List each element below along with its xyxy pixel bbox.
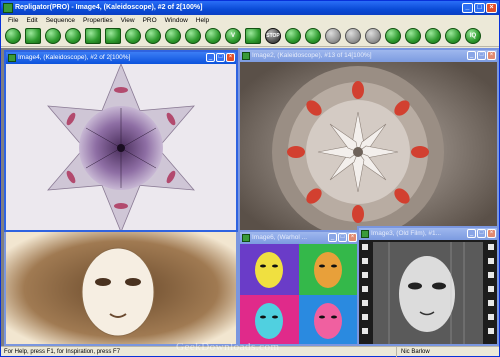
minimize-button[interactable]: _ [467,51,476,60]
maximize-button[interactable]: □ [338,233,347,242]
menu-sequence[interactable]: Sequence [42,15,79,26]
image4-title: Image4, (Kaleidoscope), #2 of 2[100%] [18,54,131,61]
kaleidoscope-mandala-image [240,62,497,236]
image6-title: Image6, (Warhol ... [252,234,308,241]
iq-button[interactable]: IQ [465,28,481,44]
toolbar: V STOP IQ [1,26,499,47]
mdi-area: Image2, (Kaleidoscope), #13 of 14[100%] … [1,48,499,346]
print-button[interactable] [45,28,61,44]
watermark-text: GeekDownloads.com [176,341,280,353]
close-button[interactable]: × [348,233,357,242]
image4-window[interactable]: Image4, (Kaleidoscope), #2 of 2[100%] _ … [4,50,238,232]
app-window: Repligator(PRO) - Image4, (Kaleidoscope)… [0,0,500,357]
next-button[interactable] [365,28,381,44]
sepia-canvas [6,232,236,344]
close-button[interactable]: × [487,229,496,238]
filter-button[interactable] [165,28,181,44]
image-window-icon [361,230,369,238]
sepia-image-window[interactable] [4,232,238,346]
effect-button[interactable] [65,28,81,44]
load-button[interactable] [445,28,461,44]
menu-edit[interactable]: Edit [22,15,41,26]
menu-properties[interactable]: Properties [79,15,117,26]
open-button[interactable] [5,28,21,44]
batch-button[interactable] [325,28,341,44]
refresh-button[interactable] [405,28,421,44]
image2-canvas [240,62,497,236]
kaleidoscope-star-image [6,64,236,230]
v-button[interactable]: V [225,28,241,44]
image3-titlebar[interactable]: Image3, (Old Film), #1... _ □ × [359,228,497,240]
save-button[interactable] [25,28,41,44]
image3-canvas [359,240,497,344]
redo-button[interactable] [145,28,161,44]
image2-titlebar[interactable]: Image2, (Kaleidoscope), #13 of 14[100%] … [240,50,497,62]
status-user: Nic Barlow [396,347,496,357]
paste-button[interactable] [105,28,121,44]
close-button[interactable]: × [226,53,235,62]
image-window-icon [242,52,250,60]
stop-button[interactable]: STOP [265,28,281,44]
prev-button[interactable] [305,28,321,44]
minimize-button[interactable]: _ [206,53,215,62]
old-film-image [359,240,497,344]
menu-window[interactable]: Window [161,15,192,26]
menu-file[interactable]: File [4,15,22,26]
image-window-icon [8,54,16,62]
image4-titlebar[interactable]: Image4, (Kaleidoscope), #2 of 2[100%] _ … [6,52,236,64]
undo-button[interactable] [125,28,141,44]
wand-button[interactable] [205,28,221,44]
image4-canvas [6,64,236,230]
main-titlebar[interactable]: Repligator(PRO) - Image4, (Kaleidoscope)… [1,1,499,15]
menubar: File Edit Sequence Properties View PRO W… [1,15,499,26]
menu-pro[interactable]: PRO [139,15,161,26]
app-icon [3,3,13,13]
image-window-icon [242,234,250,242]
copy-button[interactable] [85,28,101,44]
loop-button[interactable] [425,28,441,44]
play-button[interactable] [345,28,361,44]
first-button[interactable] [285,28,301,44]
image2-window[interactable]: Image2, (Kaleidoscope), #13 of 14[100%] … [238,48,499,238]
image6-titlebar[interactable]: Image6, (Warhol ... _ □ × [240,232,358,244]
tools-button[interactable] [385,28,401,44]
brush-button[interactable] [185,28,201,44]
minimize-button[interactable]: _ [462,3,473,13]
grid-button[interactable] [245,28,261,44]
maximize-button[interactable]: □ [477,229,486,238]
image3-title: Image3, (Old Film), #1... [371,230,442,237]
sepia-mask-image [6,232,236,344]
close-button[interactable]: × [487,51,496,60]
menu-help[interactable]: Help [192,15,213,26]
app-title: Repligator(PRO) - Image4, (Kaleidoscope)… [15,4,203,11]
maximize-button[interactable]: □ [216,53,225,62]
minimize-button[interactable]: _ [328,233,337,242]
maximize-button[interactable]: □ [474,3,485,13]
close-button[interactable]: × [486,3,497,13]
image6-window[interactable]: Image6, (Warhol ... _ □ × [238,230,360,346]
menu-view[interactable]: View [117,15,139,26]
maximize-button[interactable]: □ [477,51,486,60]
image6-canvas [240,244,358,344]
image2-title: Image2, (Kaleidoscope), #13 of 14[100%] [252,52,372,59]
minimize-button[interactable]: _ [467,229,476,238]
warhol-grid-image [240,244,358,344]
image3-window[interactable]: Image3, (Old Film), #1... _ □ × [357,226,499,346]
status-help-text: For Help, press F1, for Inspiration, pre… [4,349,121,355]
